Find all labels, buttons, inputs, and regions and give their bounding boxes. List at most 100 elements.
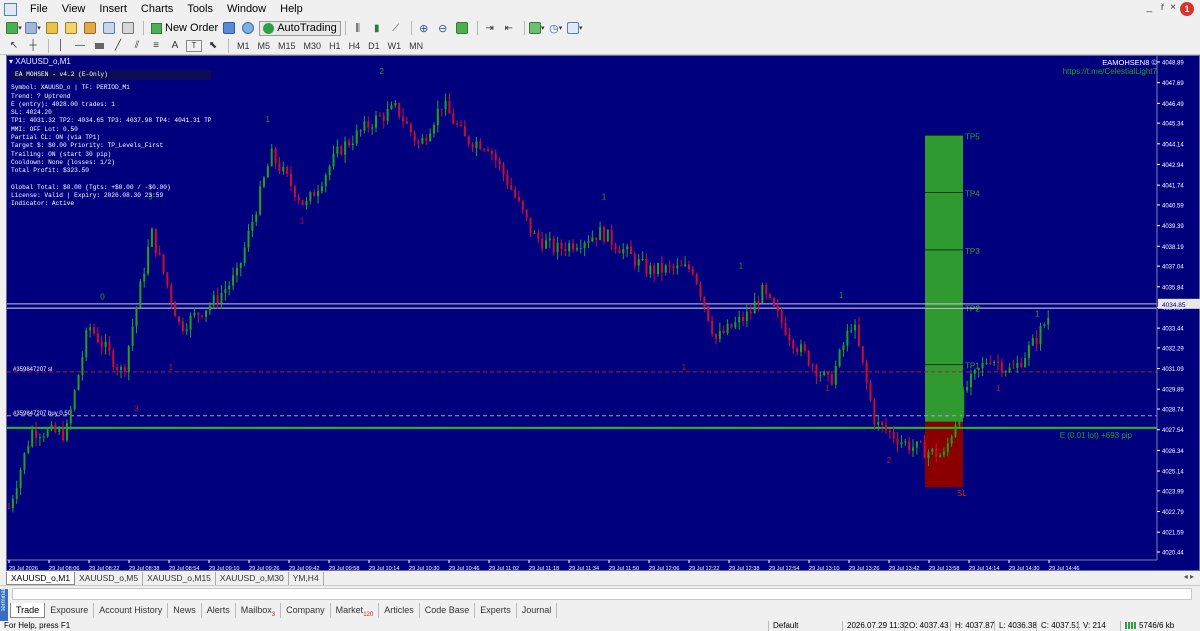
menu-insert[interactable]: Insert: [92, 0, 134, 19]
timeframe-m5[interactable]: M5: [254, 41, 275, 51]
chart-shift-button[interactable]: ⇥: [482, 20, 498, 36]
candle-body: [830, 374, 833, 385]
terminal-tab-mailbox[interactable]: Mailbox3: [236, 603, 282, 618]
candle-body: [525, 209, 528, 218]
wave-label: 2: [380, 67, 385, 76]
autoscroll-button[interactable]: ⇤: [501, 20, 517, 36]
timeframe-mn[interactable]: MN: [405, 41, 427, 51]
menu-window[interactable]: Window: [220, 0, 273, 19]
autotrading-button[interactable]: AutoTrading: [259, 20, 341, 36]
terminal-tab-account-history[interactable]: Account History: [94, 603, 169, 618]
fibonacci-icon: ≡: [153, 40, 159, 51]
indicators-button[interactable]: ▾: [528, 20, 545, 36]
chart-tab[interactable]: XAUUSD_o,M15: [143, 572, 216, 585]
price-tick-label: 4025.14: [1162, 470, 1184, 476]
line-chart-button[interactable]: ⟋: [388, 20, 404, 36]
templates-icon: [566, 22, 579, 34]
timeframe-h1[interactable]: H1: [325, 41, 345, 51]
chart-tab[interactable]: YM,H4: [289, 572, 324, 585]
zoom-out-button[interactable]: ⊖: [435, 20, 451, 36]
app-icon: [4, 3, 17, 16]
candle-body: [838, 349, 841, 367]
chart-tab[interactable]: XAUUSD_o,M30: [216, 572, 289, 585]
chart-tab[interactable]: XAUUSD_o,M5: [75, 572, 144, 585]
new-chart-button[interactable]: ▾: [6, 20, 22, 36]
new-order-icon: [151, 22, 162, 34]
cursor-tool[interactable]: ↖: [6, 38, 22, 54]
new-order-button[interactable]: New Order: [148, 22, 221, 34]
ea-info-panel: EA MOHSEN - v4.2 (E-Only) Symbol: XAUUSD…: [11, 70, 211, 209]
candlestick-button[interactable]: ▮: [369, 20, 385, 36]
terminal-tab-news[interactable]: News: [168, 603, 202, 618]
brand-link[interactable]: https://t.me/CelestialLight7: [1063, 67, 1157, 76]
terminal-tab-journal[interactable]: Journal: [517, 603, 558, 618]
metaeditor-button[interactable]: [221, 20, 237, 36]
close-button[interactable]: ×: [1170, 2, 1176, 13]
terminal-tab-code-base[interactable]: Code Base: [420, 603, 476, 618]
terminal-button[interactable]: [101, 20, 117, 36]
terminal-tab-trade[interactable]: Trade: [10, 603, 46, 618]
templates-button[interactable]: ▾: [566, 20, 583, 36]
tile-windows-button[interactable]: [454, 20, 470, 36]
terminal-tab-experts[interactable]: Experts: [475, 603, 517, 618]
market-watch-button[interactable]: [44, 20, 60, 36]
timeframe-d1[interactable]: D1: [364, 41, 384, 51]
candle-body: [618, 249, 621, 254]
terminal-tab-market[interactable]: Market120: [331, 603, 380, 618]
candle-body: [19, 469, 22, 489]
zoom-in-button[interactable]: ⊕: [416, 20, 432, 36]
profiles-button[interactable]: ▾: [25, 20, 41, 36]
chart-window[interactable]: TP5 TP4 TP3 TP2 TP1 SL #359847207 sl #359847207…: [6, 55, 1200, 572]
ea-info-line: Global Total: $0.00 (Tgts: +$0.00 / -$0.…: [11, 183, 171, 191]
candle-body: [112, 350, 115, 368]
terminal-tab-exposure[interactable]: Exposure: [45, 603, 95, 618]
timeframe-m30[interactable]: M30: [300, 41, 326, 51]
channel-tool[interactable]: ⫽: [129, 38, 145, 54]
status-open: O: 4037.43: [904, 621, 949, 631]
menu-file[interactable]: File: [23, 0, 55, 19]
ea-info-line: Total Profit: $323.50: [11, 167, 89, 175]
menu-tools[interactable]: Tools: [180, 0, 220, 19]
notification-badge[interactable]: 1: [1180, 2, 1194, 16]
strategy-tester-button[interactable]: [120, 20, 136, 36]
menu-bar: File View Insert Charts Tools Window Hel…: [0, 0, 1200, 19]
horizontal-line-tool[interactable]: —: [72, 38, 88, 54]
menu-view[interactable]: View: [55, 0, 93, 19]
chart-tab[interactable]: XAUUSD_o,M1: [6, 572, 76, 585]
options-button[interactable]: [240, 20, 256, 36]
timeframe-m1[interactable]: M1: [233, 41, 254, 51]
terminal-tab-articles[interactable]: Articles: [379, 603, 420, 618]
navigator-button[interactable]: [82, 20, 98, 36]
timeframe-m15[interactable]: M15: [274, 41, 300, 51]
candlestick-icon: ▮: [373, 22, 380, 34]
candle-body: [92, 327, 95, 334]
menu-charts[interactable]: Charts: [134, 0, 180, 19]
terminal-tab-company[interactable]: Company: [281, 603, 331, 618]
timeframe-h4[interactable]: H4: [345, 41, 365, 51]
restore-button[interactable]: ř: [1161, 2, 1164, 12]
arrows-tool[interactable]: ⬉: [205, 38, 221, 54]
candle-body: [510, 185, 513, 190]
periods-button[interactable]: ◷ ▾: [548, 20, 564, 36]
menu-help[interactable]: Help: [273, 0, 310, 19]
terminal-tab-alerts[interactable]: Alerts: [202, 603, 236, 618]
rectangle-tool[interactable]: [91, 38, 107, 54]
fibonacci-tool[interactable]: ≡: [148, 38, 164, 54]
candle-body: [622, 249, 625, 254]
tile-windows-icon: [455, 22, 468, 34]
candle-body: [363, 121, 366, 131]
timeframe-w1[interactable]: W1: [384, 41, 406, 51]
tab-badge: 3: [271, 611, 276, 618]
label-tool[interactable]: T: [186, 39, 202, 52]
text-tool[interactable]: A: [167, 38, 183, 54]
tab-scroll-arrows[interactable]: ◂ ▸: [1178, 572, 1200, 585]
data-window-button[interactable]: [63, 20, 79, 36]
minimize-button[interactable]: _: [1146, 2, 1152, 13]
vertical-line-tool[interactable]: │: [53, 38, 69, 54]
bar-chart-button[interactable]: ⫼: [350, 20, 366, 36]
trendline-tool[interactable]: ╱: [110, 38, 126, 54]
crosshair-tool[interactable]: ┼: [25, 38, 41, 54]
candle-body: [989, 362, 992, 364]
candle-body: [158, 253, 161, 255]
candle-body: [340, 146, 343, 155]
